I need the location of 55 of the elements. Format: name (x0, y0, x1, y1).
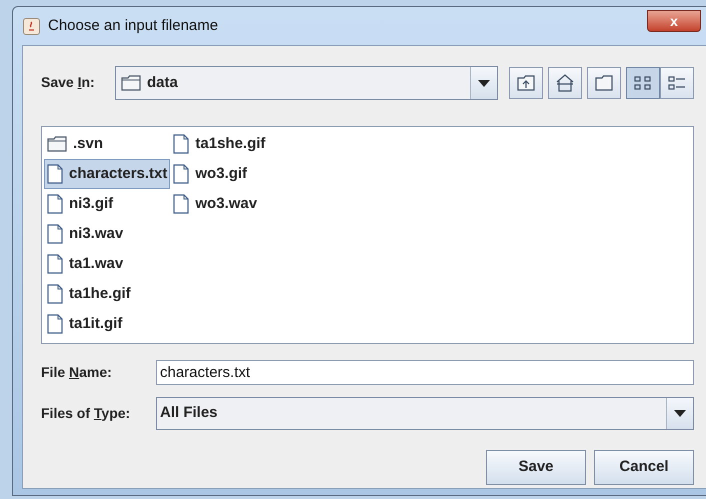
file-item[interactable]: characters.txt (44, 159, 170, 189)
file-item[interactable]: ni3.wav (44, 219, 170, 249)
toolbar-button[interactable] (660, 67, 694, 99)
window-title: Choose an input filename (48, 16, 218, 36)
caret-icon (674, 410, 686, 417)
file-item[interactable]: ni3.gif (44, 189, 170, 219)
file-item[interactable]: ta1he.gif (44, 279, 170, 309)
home-icon (556, 74, 574, 92)
file-item[interactable]: .svn (44, 129, 170, 159)
file-item[interactable]: wo3.wav (170, 189, 268, 219)
file-name: ni3.wav (69, 224, 124, 244)
dialog-button[interactable]: Cancel (594, 450, 694, 485)
document-icon (173, 164, 190, 184)
file-name-field[interactable]: characters.txt (156, 360, 694, 385)
file-name: .svn (73, 134, 104, 154)
app-icon (23, 18, 40, 34)
document-icon (47, 314, 63, 334)
toolbar-button[interactable] (509, 67, 543, 99)
file-name: ta1she.gif (195, 134, 266, 154)
details-view-icon (668, 75, 686, 91)
file-item[interactable]: wo3.gif (170, 159, 268, 189)
file-item[interactable]: ta1.wav (44, 249, 170, 279)
file-name: wo3.gif (195, 164, 248, 184)
file-name: ni3.gif (69, 194, 114, 214)
dropdown-value: All Files (159, 403, 219, 424)
file-item[interactable]: ta1it.gif (44, 309, 170, 339)
document-icon (47, 164, 63, 184)
folder-icon (121, 75, 141, 91)
dropdown-value: data (147, 72, 178, 93)
document-icon (47, 194, 63, 214)
toolbar-button[interactable] (587, 67, 621, 99)
file-name: ta1.wav (69, 254, 124, 274)
document-icon (173, 194, 190, 214)
document-icon (47, 224, 63, 244)
file-item[interactable]: ta1she.gif (170, 129, 268, 159)
file-name: wo3.wav (195, 194, 258, 214)
toolbar-button[interactable] (548, 67, 582, 99)
document-icon (47, 284, 63, 304)
file-type-label: Files of Type: (41, 404, 130, 420)
dialog-button[interactable]: Save (486, 450, 586, 485)
file-name: ta1it.gif (69, 314, 122, 334)
file-name-label: File Name: (41, 364, 112, 380)
save-in-label: Save In: (41, 74, 95, 90)
folder-icon (47, 136, 67, 152)
list-view-icon (634, 75, 652, 91)
folder-icon (595, 75, 613, 91)
file-name: ta1he.gif (69, 284, 131, 304)
save-in-dropdown[interactable]: data (115, 66, 498, 100)
document-icon (47, 254, 63, 274)
document-icon (173, 134, 190, 154)
file-name: characters.txt (69, 164, 168, 184)
caret-icon (478, 80, 490, 86)
folder-up-icon (517, 75, 535, 91)
file-type-dropdown[interactable]: All Files (156, 397, 694, 430)
toolbar-button[interactable] (626, 67, 660, 99)
